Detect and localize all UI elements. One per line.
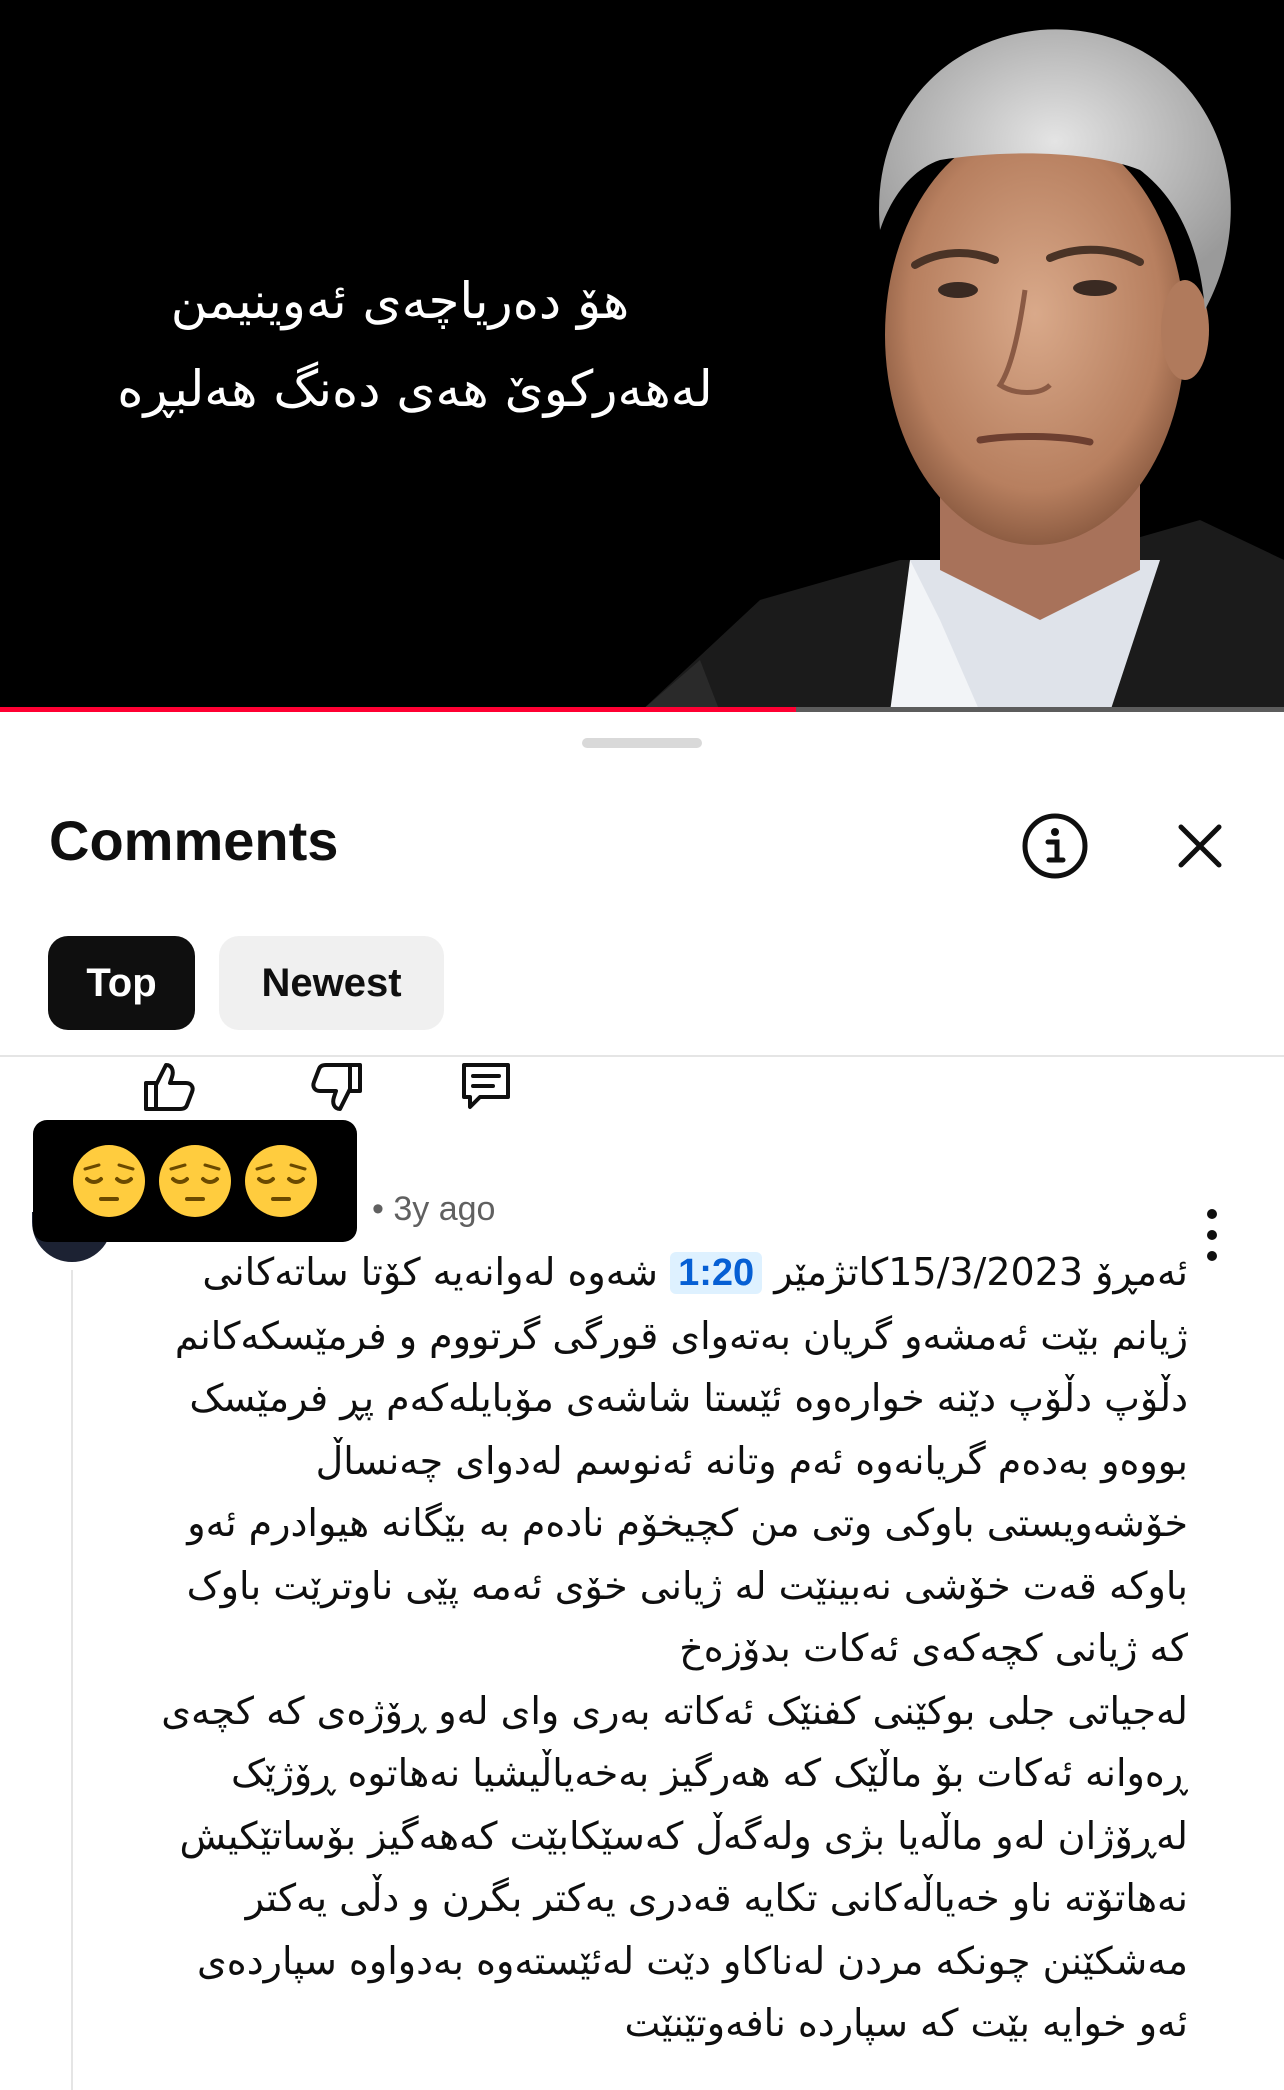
comment-line: ئەمڕۆ 15/3/2023کاتژمێر 1:20 شەوە لەوانەی… bbox=[143, 1241, 1188, 1305]
comment-line: کە ژیانی کچەکەی ئەکات بدۆزەخ bbox=[679, 1626, 1188, 1670]
pensive-face-icon bbox=[245, 1145, 317, 1217]
more-vertical-icon[interactable] bbox=[1190, 1200, 1234, 1270]
comment-line: بووەو بەدەم گریانەوە ئەم وتانە ئەنوسم لە… bbox=[315, 1438, 1188, 1483]
comment-line: مەشکێنن چونکە مردن لەناکاو دێت لەئێستەوە… bbox=[197, 1938, 1188, 1983]
comment-line: دڵۆپ دڵۆپ دێنە خوارەوە ئێستا شاشەی مۆبای… bbox=[189, 1376, 1188, 1420]
comment-line: ڕەوانە ئەکات بۆ ماڵێک کە هەرگیز بەخەیاڵی… bbox=[230, 1751, 1188, 1795]
thread-line bbox=[71, 1270, 73, 2090]
comment-line-start: ئەمڕۆ 15/3/2023کاتژمێر bbox=[762, 1250, 1188, 1294]
comment-meta: • 3y ago bbox=[372, 1190, 496, 1228]
thumbs-down-icon[interactable] bbox=[308, 1057, 368, 1117]
comment-line: لەڕۆژان لەو ماڵەیا بژی ولەگەڵ کەسێکابێت … bbox=[179, 1813, 1188, 1858]
pensive-face-icon bbox=[73, 1145, 145, 1217]
video-overlay-text-line2: لەهەرکوێ هەی دەنگ هەلبڕە bbox=[117, 360, 713, 418]
comment-line: ئەو خوایە بێت کە سپاردە نافەوتێنێت bbox=[624, 2001, 1188, 2045]
comment-line: نەهاتۆتە ناو خەیاڵەکانی تکایە قەدری یەکت… bbox=[245, 1876, 1188, 1920]
comment-line: لەجیاتی جلی بوکێنی کفنێک ئەکاتە بەری وای… bbox=[161, 1688, 1188, 1733]
video-player[interactable]: هۆ دەریاچەی ئەوینیمن لەهەرکوێ هەی دەنگ ه… bbox=[0, 0, 1284, 712]
sheet-title: Comments bbox=[49, 809, 339, 872]
close-icon[interactable] bbox=[1160, 806, 1240, 886]
info-icon[interactable] bbox=[1015, 806, 1095, 886]
emoji-reaction-badge bbox=[33, 1120, 357, 1242]
comment-line: ژیانم بێت ئەمشەو گریان بەتەوای قورگی گرت… bbox=[174, 1313, 1188, 1358]
pensive-face-icon bbox=[159, 1145, 231, 1217]
comment-line-end: شەوە لەوانەیە کۆتا ساتەکانی bbox=[202, 1250, 671, 1294]
comment-text: ئەمڕۆ 15/3/2023کاتژمێر 1:20 شەوە لەوانەی… bbox=[143, 1241, 1188, 2055]
portrait-image bbox=[640, 29, 1284, 712]
thumbs-up-icon[interactable] bbox=[138, 1057, 198, 1117]
filter-chip-top[interactable]: Top bbox=[48, 936, 195, 1030]
timestamp-link[interactable]: 1:20 bbox=[670, 1252, 763, 1294]
filter-chip-newest[interactable]: Newest bbox=[219, 936, 444, 1030]
comments-sheet: Comments Top Newest • 3y ago ئەمڕۆ 15/3/… bbox=[0, 712, 1284, 2090]
comment-line: باوکە قەت خۆشی نەبینێت لە ژیانی خۆی ئەمە… bbox=[186, 1563, 1188, 1608]
comment-line: خۆشەویستی باوکی وتی من کچیخۆم نادەم بە ب… bbox=[187, 1501, 1188, 1545]
reply-icon[interactable] bbox=[456, 1057, 516, 1117]
drag-handle[interactable] bbox=[582, 738, 702, 748]
video-overlay-text-line1: هۆ دەریاچەی ئەوینیمن bbox=[170, 272, 630, 330]
